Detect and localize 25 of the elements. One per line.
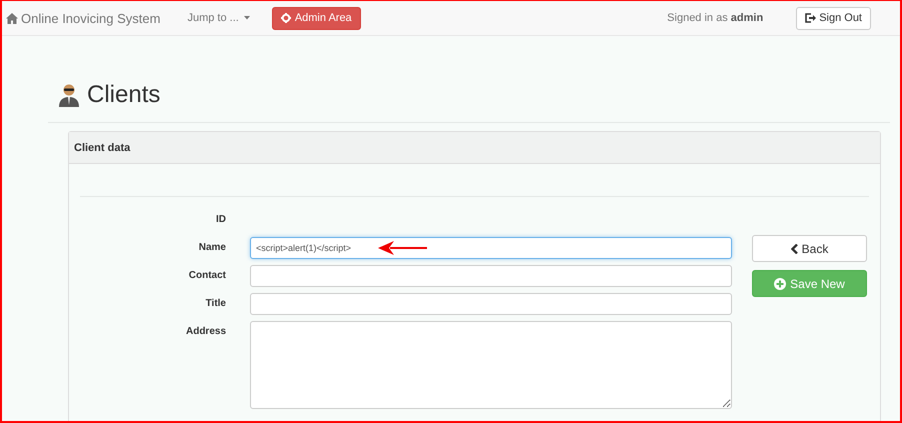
- logout-icon: [805, 13, 816, 23]
- field-label: Name: [198, 241, 226, 253]
- field-label: Contact: [188, 269, 226, 281]
- jump-menu[interactable]: Jump to ...: [187, 12, 250, 24]
- address-field[interactable]: [250, 321, 732, 409]
- caret-icon: [244, 16, 250, 20]
- admin-area-button[interactable]: Admin Area: [272, 6, 361, 30]
- input-field[interactable]: [250, 265, 732, 287]
- field-label: ID: [215, 213, 226, 225]
- sign-out-button[interactable]: Sign Out: [796, 6, 871, 30]
- chevron-left-icon: [790, 244, 798, 254]
- person-icon: [58, 83, 80, 107]
- input-field[interactable]: [250, 293, 732, 315]
- home-icon: [6, 12, 18, 24]
- input-field[interactable]: <script>alert(1)</script>: [250, 237, 732, 259]
- brand-link[interactable]: Online Inovicing System: [6, 10, 160, 26]
- signed-in-text: Signed in as admin: [667, 12, 764, 24]
- save-new-button[interactable]: Save New: [752, 270, 867, 297]
- panel-title: Client data: [69, 132, 880, 164]
- field-label: Title: [204, 297, 226, 309]
- back-button[interactable]: Back: [752, 235, 867, 262]
- field-label: Address: [184, 325, 226, 337]
- page-title: Clients: [87, 81, 160, 109]
- gear-icon: [280, 13, 291, 23]
- plus-circle-icon: [774, 278, 786, 290]
